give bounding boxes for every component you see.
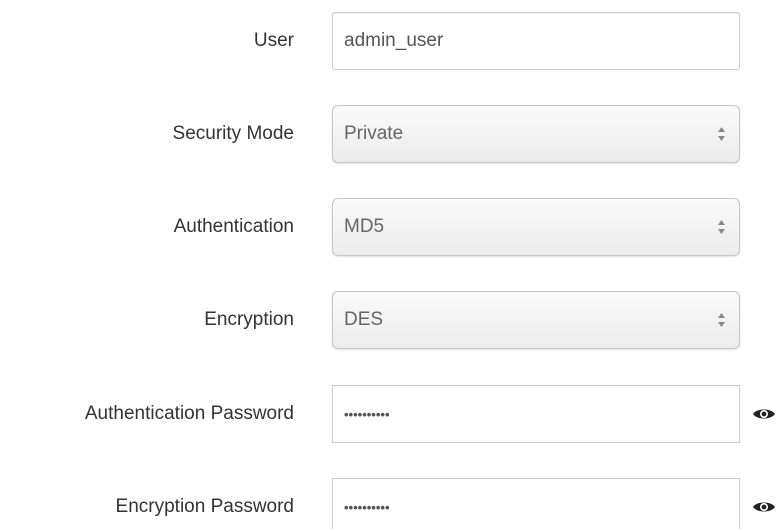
security-mode-label: Security Mode	[172, 123, 294, 144]
user-row: User admin_user	[0, 12, 780, 70]
auth-password-value: ••••••••••	[344, 406, 390, 422]
encryption-select[interactable]: DES	[332, 291, 740, 349]
encryption-row: Encryption DES	[0, 291, 780, 349]
user-input-value: admin_user	[344, 30, 444, 51]
auth-password-label: Authentication Password	[84, 403, 294, 424]
user-input[interactable]: admin_user	[332, 12, 740, 70]
security-mode-row: Security Mode Private	[0, 105, 780, 163]
security-mode-select[interactable]: Private	[332, 105, 740, 163]
enc-password-label: Encryption Password	[115, 496, 294, 517]
auth-password-row: Authentication Password ••••••••••	[0, 385, 780, 443]
security-mode-value: Private	[344, 123, 404, 144]
authentication-select[interactable]: MD5	[332, 198, 740, 256]
up-down-chevron-icon	[718, 313, 725, 327]
user-label: User	[253, 30, 294, 51]
authentication-row: Authentication MD5	[0, 198, 780, 256]
authentication-label: Authentication	[173, 216, 294, 237]
enc-password-input[interactable]: ••••••••••	[332, 478, 740, 529]
up-down-chevron-icon	[718, 220, 725, 234]
encryption-label: Encryption	[204, 309, 294, 330]
eye-icon[interactable]	[752, 500, 776, 514]
auth-password-input[interactable]: ••••••••••	[332, 385, 740, 443]
authentication-value: MD5	[344, 216, 385, 237]
enc-password-row: Encryption Password ••••••••••	[0, 478, 780, 529]
up-down-chevron-icon	[718, 127, 725, 141]
encryption-value: DES	[344, 309, 384, 330]
snmp-user-form: User admin_user Security Mode Private Au…	[0, 0, 780, 529]
eye-icon[interactable]	[752, 407, 776, 421]
enc-password-value: ••••••••••	[344, 499, 390, 515]
